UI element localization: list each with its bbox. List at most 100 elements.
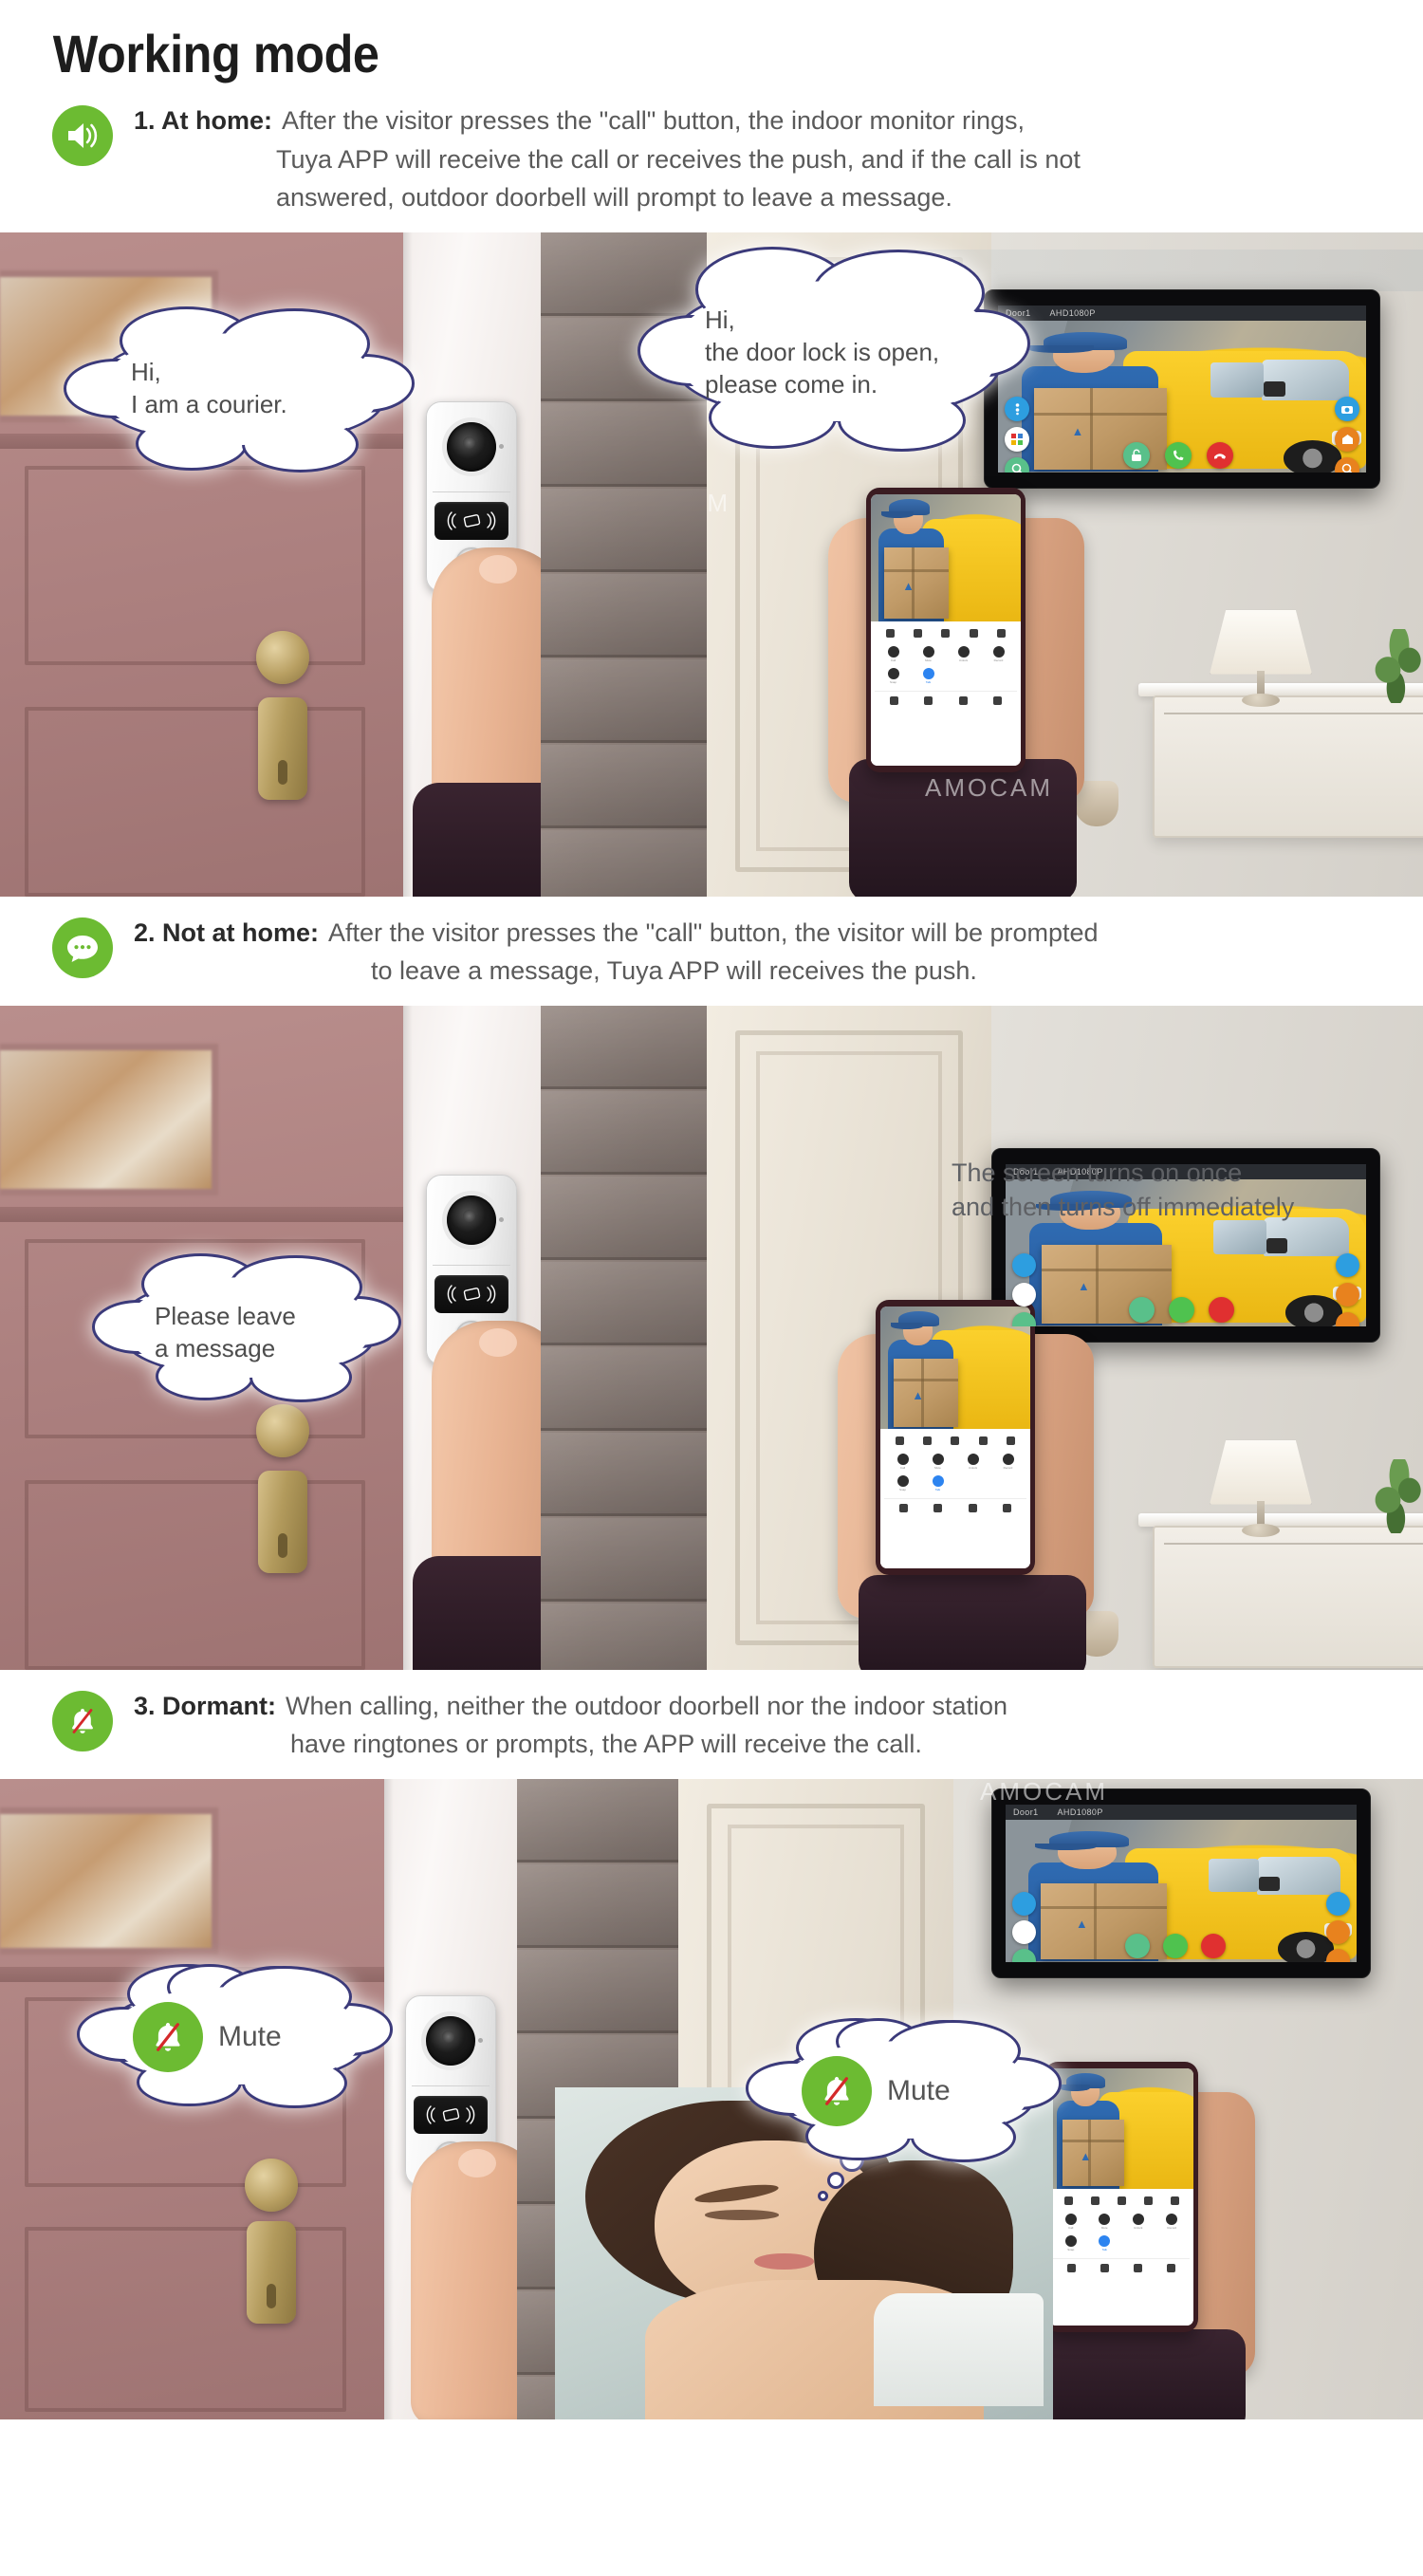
phone-grid-item[interactable]: Mute <box>1089 2213 1121 2230</box>
settings-button[interactable] <box>1012 1891 1036 1916</box>
phone-grid-item[interactable]: Snap <box>886 1475 919 1492</box>
alert-icon[interactable] <box>1134 2263 1142 2272</box>
record-button[interactable] <box>1336 1282 1359 1307</box>
smartphone[interactable]: ▲ Call Mute Unlock Record Snap Talk <box>866 487 1026 772</box>
more-icon[interactable] <box>996 628 1006 638</box>
more-icon[interactable] <box>1006 1436 1015 1446</box>
caption-row-dormant: 3. Dormant: When calling, neither the out… <box>0 1669 1423 1779</box>
divider <box>433 491 510 492</box>
camera-icon[interactable] <box>1090 2196 1100 2205</box>
volume-icon[interactable] <box>941 628 951 638</box>
phone-grid-item[interactable]: Unlock <box>1122 2213 1155 2230</box>
phone-grid-item[interactable]: Record <box>982 645 1015 662</box>
mute-label: Mute <box>218 2020 282 2052</box>
snapshot-button[interactable] <box>1336 1252 1359 1277</box>
caption-text-at-home: 1. At home: After the visitor presses the… <box>122 102 1366 217</box>
answer-call-button[interactable] <box>1165 441 1192 469</box>
phone-grid-item[interactable]: Mute <box>921 1454 954 1470</box>
phone-grid-item-active[interactable]: Talk <box>1089 2234 1121 2252</box>
chat-icon[interactable] <box>1143 2196 1153 2205</box>
answer-call-button[interactable] <box>1163 1933 1188 1958</box>
hangup-call-button[interactable] <box>1209 1296 1234 1323</box>
indoor-monitor[interactable]: Door1 AHD1080P ▲ <box>984 288 1380 489</box>
answer-call-button[interactable] <box>1169 1296 1194 1323</box>
phone-video-feed: ▲ <box>880 1306 1030 1430</box>
phone-grid-item[interactable]: Call <box>877 645 910 662</box>
close-icon[interactable] <box>1063 2196 1073 2205</box>
phone-grid-item[interactable]: Record <box>1156 2213 1189 2230</box>
caption-text-not-at-home: 2. Not at home: After the visitor presses… <box>122 914 1366 991</box>
rfid-card-reader-icon <box>434 501 508 540</box>
door-deadbolt <box>258 696 307 800</box>
caption-icon-wrap <box>43 1687 122 1751</box>
home-icon[interactable] <box>898 1504 908 1513</box>
grid-icon[interactable] <box>1167 2263 1175 2272</box>
scene-panel-at-home: Door1 AHD1080P ▲ ▲ Call Mute Unlock Reco… <box>0 232 1423 897</box>
settings-button[interactable] <box>1005 396 1029 421</box>
phone-grid-item[interactable]: Snap <box>1055 2234 1087 2252</box>
home-icon[interactable] <box>889 695 898 705</box>
record-button[interactable] <box>1335 426 1359 452</box>
chat-icon[interactable] <box>969 628 978 638</box>
phone-grid-item-active[interactable]: Talk <box>912 667 945 684</box>
volume-icon[interactable] <box>951 1436 960 1446</box>
hangup-call-button[interactable] <box>1201 1933 1226 1958</box>
camera-icon[interactable] <box>914 628 923 638</box>
smartphone[interactable]: ▲ Call Mute Unlock Record Snap Talk <box>1044 2061 1198 2332</box>
snapshot-button[interactable] <box>1326 1891 1350 1916</box>
phone-grid-item[interactable]: Record <box>991 1454 1025 1470</box>
phone-top-icon-row <box>1053 2194 1190 2210</box>
unlock-button[interactable] <box>1123 441 1150 469</box>
monitor-screen: Door1 AHD1080P ▲ <box>1006 1804 1357 1962</box>
phone-grid-item[interactable]: Call <box>1055 2213 1087 2230</box>
camera-icon[interactable] <box>923 1436 933 1446</box>
page-title: Working mode <box>52 24 379 83</box>
speech-bubble-host: Hi, the door lock is open, please come i… <box>638 247 1030 453</box>
grid-icon[interactable] <box>1003 1504 1012 1513</box>
phone-video-feed: ▲ <box>1049 2067 1193 2189</box>
bell-muted-icon <box>802 2055 872 2126</box>
settings-button[interactable] <box>1012 1252 1036 1277</box>
caption-row-not-at-home: 2. Not at home: After the visitor presses… <box>0 896 1423 1006</box>
phone-grid-item-active[interactable]: Talk <box>921 1475 954 1492</box>
record-button[interactable] <box>1326 1919 1350 1944</box>
home-icon[interactable] <box>1067 2263 1076 2272</box>
unlock-button[interactable] <box>1125 1933 1150 1958</box>
brand-watermark: AMOCAM <box>925 772 1053 802</box>
color-adjust-button[interactable] <box>1012 1919 1036 1944</box>
doorbell-camera-area <box>427 402 516 491</box>
unlock-button[interactable] <box>1129 1296 1155 1323</box>
cloud-icon[interactable] <box>1100 2263 1109 2272</box>
speaker-sound-icon <box>52 105 113 166</box>
grid-icon[interactable] <box>993 695 1003 705</box>
alert-icon[interactable] <box>958 695 968 705</box>
caption-text-dormant: 3. Dormant: When calling, neither the out… <box>122 1687 1366 1764</box>
alert-icon[interactable] <box>968 1504 977 1513</box>
monitor-channel-label: Door1 <box>1013 1807 1039 1817</box>
snapshot-button[interactable] <box>1335 396 1359 421</box>
door-panel <box>25 1479 365 1670</box>
frame-shadow <box>403 232 413 897</box>
cloud-icon[interactable] <box>933 1504 943 1513</box>
hangup-call-button[interactable] <box>1207 441 1233 469</box>
phone-control-panel: Call Mute Unlock Record Snap Talk <box>880 1429 1030 1568</box>
indoor-monitor[interactable]: Door1 AHD1080P ▲ <box>991 1788 1371 1978</box>
close-icon[interactable] <box>896 1436 905 1446</box>
door-frame <box>384 1778 544 2419</box>
phone-grid-item[interactable]: Call <box>886 1454 919 1470</box>
monitor-screen: Door1 AHD1080P ▲ <box>998 305 1366 473</box>
color-adjust-button[interactable] <box>1005 426 1029 452</box>
more-icon[interactable] <box>1170 2196 1179 2205</box>
chat-icon[interactable] <box>978 1436 988 1446</box>
volume-icon[interactable] <box>1117 2196 1126 2205</box>
close-icon[interactable] <box>886 628 896 638</box>
smartphone[interactable]: ▲ Call Mute Unlock Record Snap Talk <box>876 1299 1035 1575</box>
phone-grid-item[interactable]: Snap <box>877 667 910 684</box>
cloud-icon[interactable] <box>924 695 933 705</box>
phone-grid-item[interactable]: Unlock <box>947 645 980 662</box>
phone-grid-item[interactable]: Unlock <box>956 1454 989 1470</box>
phone-grid-item[interactable]: Mute <box>912 645 945 662</box>
color-adjust-button[interactable] <box>1012 1282 1036 1307</box>
bubble-line-1: Please leave <box>155 1301 296 1330</box>
bubble-line-1: Hi, <box>705 305 735 334</box>
